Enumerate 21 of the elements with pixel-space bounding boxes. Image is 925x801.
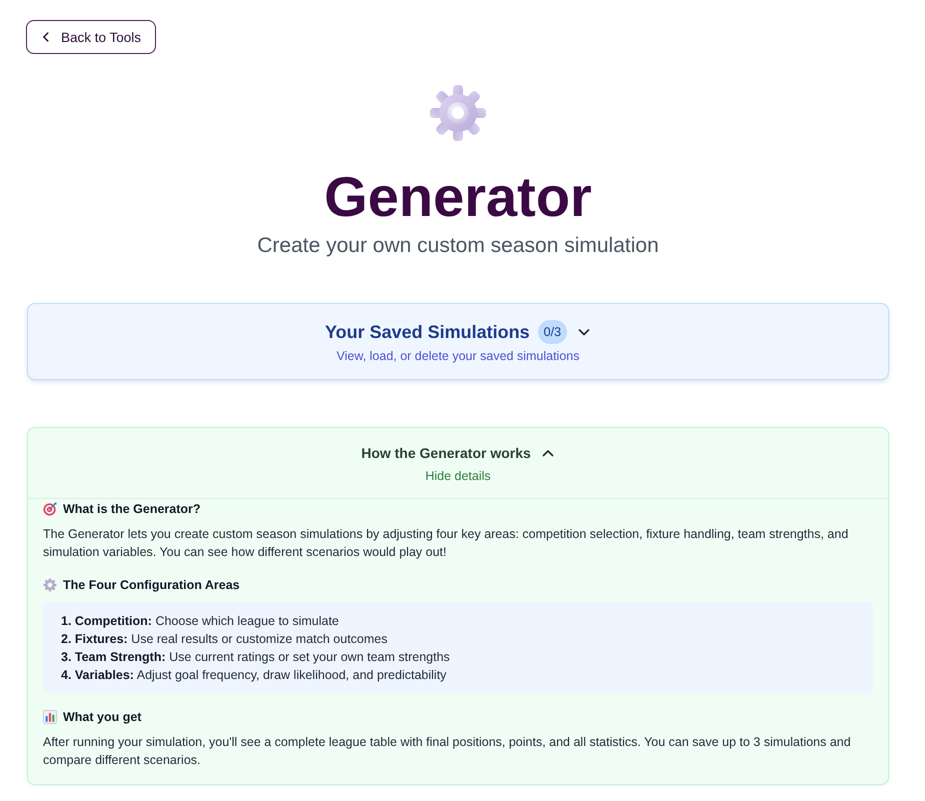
section-heading: The Four Configuration Areas — [63, 577, 240, 594]
gear-icon — [430, 85, 486, 141]
page-subtitle: Create your own custom season simulation — [257, 233, 659, 259]
list-item: 2. Fixtures: Use real results or customize match outcomes — [61, 631, 389, 648]
target-icon — [43, 502, 57, 516]
list-item: 4. Variables: Adjust goal frequency, draw likelihood, and predictability — [61, 667, 448, 684]
description-text: The Generator lets you create custom season simulations by adjusting four key areas: competition selection, fixture handling, team strengths, and simulation variables. You can see how different scenarios would play out! — [43, 526, 850, 561]
panel-subtitle: View, load, or delete your saved simulations — [336, 348, 580, 365]
page-title: Generator — [324, 164, 592, 230]
gear-icon — [43, 578, 57, 592]
panel-title: How the Generator works — [361, 444, 531, 463]
bar-chart-icon — [43, 710, 57, 724]
list-item: 1. Competition: Choose which league to simulate — [61, 613, 340, 630]
panel-title: Your Saved Simulations — [324, 321, 530, 344]
list-item: 3. Team Strength: Use current ratings or set your own team strengths — [61, 649, 451, 666]
count-badge: 0/3 — [538, 320, 568, 344]
section-heading: What is the Generator? — [63, 501, 201, 518]
section-heading: What you get — [63, 709, 142, 726]
back-button[interactable]: Back to Tools — [26, 20, 156, 54]
description-text: After running your simulation, you'll see a complete league table with final positions, points, and all statistics. You can save up to 3 simulations and compare different scenarios. — [43, 734, 852, 769]
hide-details-link[interactable]: Hide details — [425, 467, 491, 485]
